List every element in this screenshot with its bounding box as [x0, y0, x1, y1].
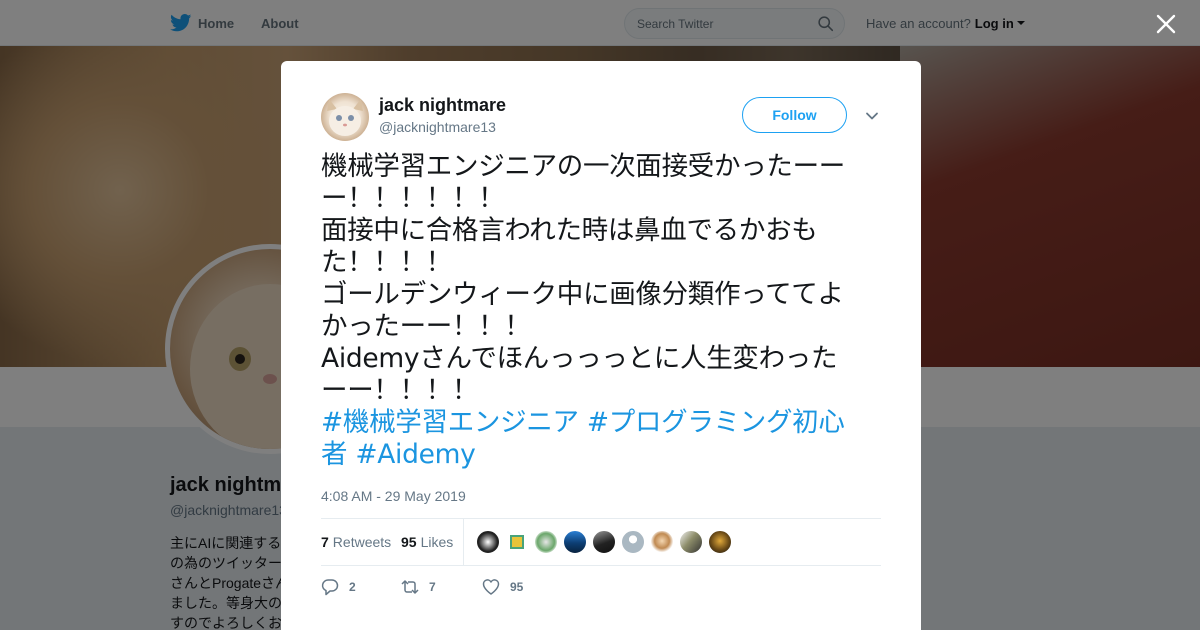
tweet-modal: jack nightmare @jacknightmare13 Follow 機… [281, 61, 921, 630]
tweet-text-line: かったーー！！！ [321, 311, 531, 342]
hashtag-line: 者 #Aidemy [321, 439, 885, 471]
hashtag-link-continued[interactable]: 者 [321, 439, 348, 470]
tweet-text: 機械学習エンジニアの一次面接受かったーー ー！！！！！！ 面接中に合格言われた時… [321, 151, 885, 471]
tweet-text-line: ーー！！！！ [321, 375, 479, 406]
reply-icon [321, 579, 339, 596]
follow-button[interactable]: Follow [742, 97, 847, 133]
reply-button[interactable]: 2 [321, 575, 356, 599]
kitten-avatar-image [327, 99, 363, 136]
hashtag-link[interactable]: #プログラミング初心 [587, 407, 845, 438]
liker-avatar[interactable] [592, 530, 616, 554]
likes-label: Likes [420, 534, 454, 550]
tweet-text-line: Aidemyさんでほんっっっとに人生変わった [321, 343, 838, 374]
tweet-text-line: た！！！！ [321, 247, 452, 278]
liker-avatar[interactable] [650, 530, 674, 554]
retweet-icon [401, 580, 419, 594]
tweet-timestamp[interactable]: 4:08 AM - 29 May 2019 [321, 488, 466, 504]
retweets-count: 7 [321, 534, 329, 550]
liker-avatar[interactable] [505, 530, 529, 554]
retweets-stat[interactable]: 7 Retweets [321, 519, 391, 565]
author-username[interactable]: @jacknightmare13 [379, 119, 496, 135]
like-button[interactable]: 95 [482, 575, 523, 599]
retweet-action-count: 7 [429, 580, 436, 594]
liker-avatar[interactable] [534, 530, 558, 554]
tweet-stats: 7 Retweets 95 Likes [321, 518, 881, 566]
hashtag-link[interactable]: #機械学習エンジニア [321, 407, 579, 438]
tweet-text-line: ー！！！！！！ [321, 183, 505, 214]
reply-count: 2 [349, 580, 356, 594]
retweets-label: Retweets [332, 534, 392, 550]
liker-avatar[interactable] [708, 530, 732, 554]
liker-avatar[interactable] [679, 530, 703, 554]
tweet-text-line: 機械学習エンジニアの一次面接受かったーー [321, 151, 845, 182]
retweet-button[interactable]: 7 [401, 575, 436, 599]
stats-divider [463, 519, 464, 565]
liker-avatar[interactable] [563, 530, 587, 554]
chevron-down-icon[interactable] [865, 109, 879, 123]
author-fullname[interactable]: jack nightmare [379, 95, 506, 116]
heart-icon [482, 579, 500, 595]
close-icon[interactable] [1154, 12, 1178, 36]
liker-avatar[interactable] [621, 530, 645, 554]
likes-stat[interactable]: 95 Likes [401, 519, 453, 565]
hashtag-link[interactable]: #Aidemy [355, 439, 476, 470]
liker-avatar[interactable] [476, 530, 500, 554]
tweet-text-line: ゴールデンウィーク中に画像分類作っててよ [321, 279, 844, 310]
like-action-count: 95 [510, 580, 524, 594]
tweet-text-line: 面接中に合格言われた時は鼻血でるかおも [321, 215, 818, 246]
hashtag-line: #機械学習エンジニア #プログラミング初心 [321, 407, 885, 439]
likes-count: 95 [401, 534, 417, 550]
author-avatar[interactable] [321, 93, 369, 141]
